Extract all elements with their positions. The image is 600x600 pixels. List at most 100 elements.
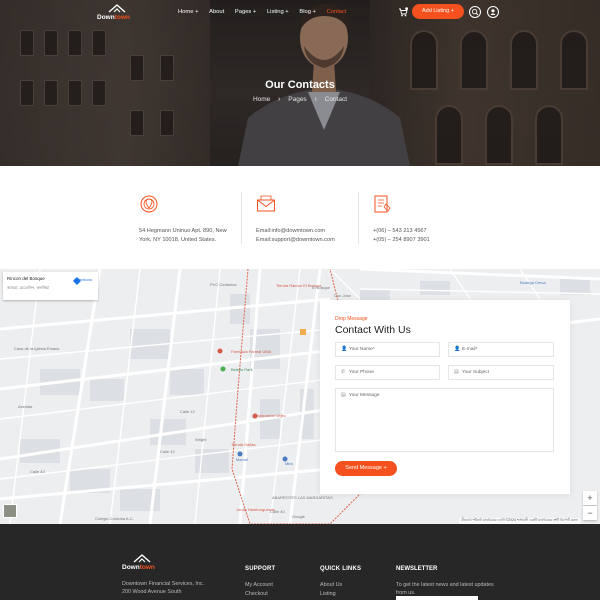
site-logo[interactable]: Downtown <box>97 4 137 22</box>
message-placeholder: Your Message <box>349 393 380 398</box>
message-icon: ▤ <box>341 392 346 398</box>
map-label[interactable]: Tienda Sañas <box>231 442 256 447</box>
subject-input[interactable]: ▤ Your Subject <box>448 365 554 380</box>
map-label[interactable]: PVC Cerámica <box>210 282 236 287</box>
map-place-subtitle: আমরা, মেডেলিন, কলম্বিয়া <box>7 285 50 290</box>
footer-quick-links: QUICK LINKS About Us Listing <box>320 566 361 599</box>
phone-line-1[interactable]: +(06) – 543 213 4567 <box>373 227 430 236</box>
menu-item-blog[interactable]: Blog + <box>299 9 316 15</box>
email-block: Email:info@dowmtown.com Email:support@do… <box>256 194 335 245</box>
email-input[interactable]: 👤 E-mail* <box>448 342 554 357</box>
add-listing-button[interactable]: Add Listing + <box>412 4 464 19</box>
map-satellite-toggle[interactable] <box>3 504 17 518</box>
footer-address-line-1: Downtown Financial Services, Inc. <box>122 581 205 587</box>
map-place-title: Rincon del Bosque <box>7 276 45 281</box>
map-label[interactable]: Google <box>292 514 305 519</box>
map-label[interactable]: Calle 43 <box>30 469 45 474</box>
user-icon <box>490 9 496 15</box>
map-label[interactable]: Bodega Cerca <box>520 280 546 285</box>
house-roof-icon <box>133 554 151 563</box>
chevron-right-icon: › <box>278 96 281 103</box>
map-label[interactable]: Restaurante Vejito <box>253 413 286 418</box>
map-label[interactable]: Don Jose <box>334 293 351 298</box>
map-label[interactable]: Avenida <box>18 404 32 409</box>
footer-link-checkout[interactable]: Checkout <box>245 590 275 599</box>
email-line-1[interactable]: Email:info@dowmtown.com <box>256 227 335 236</box>
map-zoom-out-button[interactable]: − <box>583 506 597 520</box>
map-label[interactable]: El Bosque <box>312 285 330 290</box>
name-placeholder: Your Name* <box>349 347 375 352</box>
user-icon: 👤 <box>454 346 461 352</box>
contact-page: Our Contacts Home › Pages › Contact Down… <box>0 0 600 600</box>
top-navbar: Downtown Home + About Pages + Listing + … <box>0 0 600 24</box>
footer-quick-title: QUICK LINKS <box>320 566 362 572</box>
footer-logo[interactable]: Downtown <box>122 554 162 574</box>
subject-placeholder: Your Subject <box>462 370 490 375</box>
search-icon <box>471 8 479 16</box>
contact-form: Drop Message Contact With Us 👤 Your Name… <box>320 300 570 494</box>
phone-input[interactable]: ✆ Your Phone <box>335 365 440 380</box>
send-message-button[interactable]: Send Message + <box>335 461 397 476</box>
menu-item-about[interactable]: About <box>209 9 224 15</box>
map-label[interactable]: Farmacia Farmal UMA <box>231 349 271 354</box>
footer-address: Downtown Financial Services, Inc. 200 Wo… <box>122 580 204 596</box>
map-directions-button[interactable]: Directions <box>73 277 93 285</box>
map-label[interactable]: Colegio Cordoba A.C. <box>95 516 134 521</box>
address-line-1: 54 Hegmann Uninuo Apt. 890, New <box>139 228 227 234</box>
address-line-2: York, NY 10018, United States. <box>139 237 217 243</box>
phone-placeholder: Your Phone <box>349 370 374 375</box>
menu-item-contact[interactable]: Contact <box>327 9 347 15</box>
breadcrumb-home[interactable]: Home <box>253 96 270 103</box>
newsletter-email-input[interactable] <box>396 596 478 600</box>
map-place-card[interactable]: Rincon del Bosque আমরা, মেডেলিন, কলম্বিয… <box>3 272 98 300</box>
cart-icon[interactable] <box>398 7 408 17</box>
page-title: Our Contacts <box>265 79 335 91</box>
logo-text-part2: town <box>114 14 130 21</box>
footer-newsletter: NEWSLETTER To get the latest news and la… <box>396 566 496 597</box>
map-label[interactable]: Mira <box>285 461 293 466</box>
user-account-button[interactable] <box>487 6 499 18</box>
phone-block: +(06) – 543 213 4567 +(05) – 254 8907 39… <box>373 194 430 245</box>
envelope-icon <box>257 195 275 212</box>
breadcrumb-pages[interactable]: Pages <box>288 96 306 103</box>
form-kicker: Drop Message <box>335 316 368 322</box>
phone-line-2[interactable]: +(05) – 254 8907 3901 <box>373 236 430 245</box>
document-icon: ▤ <box>454 369 459 375</box>
form-title: Contact With Us <box>335 324 411 336</box>
map-label[interactable]: Betello Park <box>231 367 253 372</box>
directions-icon <box>73 277 81 285</box>
name-input[interactable]: 👤 Your Name* <box>335 342 440 357</box>
menu-item-listing[interactable]: Listing + <box>267 9 289 15</box>
footer-news-text: To get the latest news and latest update… <box>396 582 494 596</box>
map-label[interactable]: Calle 42 <box>160 449 175 454</box>
map-label[interactable]: Casa de la Iglesia Emaús <box>14 346 59 351</box>
menu-item-home[interactable]: Home + <box>178 9 198 15</box>
email-line-2[interactable]: Email:support@dowmtown.com <box>256 236 335 245</box>
map-label[interactable]: Wright <box>195 437 206 442</box>
map-label[interactable]: Calle 40 <box>270 509 285 514</box>
footer-link-my-account[interactable]: My Account <box>245 581 275 590</box>
info-divider <box>241 192 242 244</box>
footer-address-line-2: 200 Wood Avenue South <box>122 589 182 595</box>
footer-logo-part1: Down <box>122 564 140 571</box>
map-pin-icon <box>140 195 158 213</box>
footer-news-title: NEWSLETTER <box>396 566 438 572</box>
house-roof-icon <box>108 4 126 13</box>
footer-link-about-us[interactable]: About Us <box>320 581 361 590</box>
breadcrumb-current: Contact <box>324 96 348 103</box>
site-footer: Downtown Downtown Financial Services, In… <box>0 524 600 600</box>
address-block: 54 Hegmann Uninuo Apt. 890, New York, NY… <box>139 194 227 245</box>
phone-list-icon <box>374 195 391 213</box>
map-label[interactable]: ABARROTES LAS MARGARITAS <box>272 495 333 500</box>
map-label[interactable]: Calle 12 <box>180 409 195 414</box>
message-textarea[interactable]: ▤ Your Message <box>335 388 554 452</box>
map-label[interactable]: Manoli <box>236 457 248 462</box>
logo-text-part1: Down <box>97 14 115 21</box>
menu-item-pages[interactable]: Pages + <box>235 9 256 15</box>
map-zoom-in-button[interactable]: + <box>583 491 597 505</box>
user-icon: 👤 <box>341 346 348 352</box>
breadcrumb: Home › Pages › Contact <box>0 96 600 103</box>
contact-info-strip: 54 Hegmann Uninuo Apt. 890, New York, NY… <box>0 166 600 269</box>
footer-link-listing[interactable]: Listing <box>320 590 361 599</box>
search-button[interactable] <box>469 6 481 18</box>
